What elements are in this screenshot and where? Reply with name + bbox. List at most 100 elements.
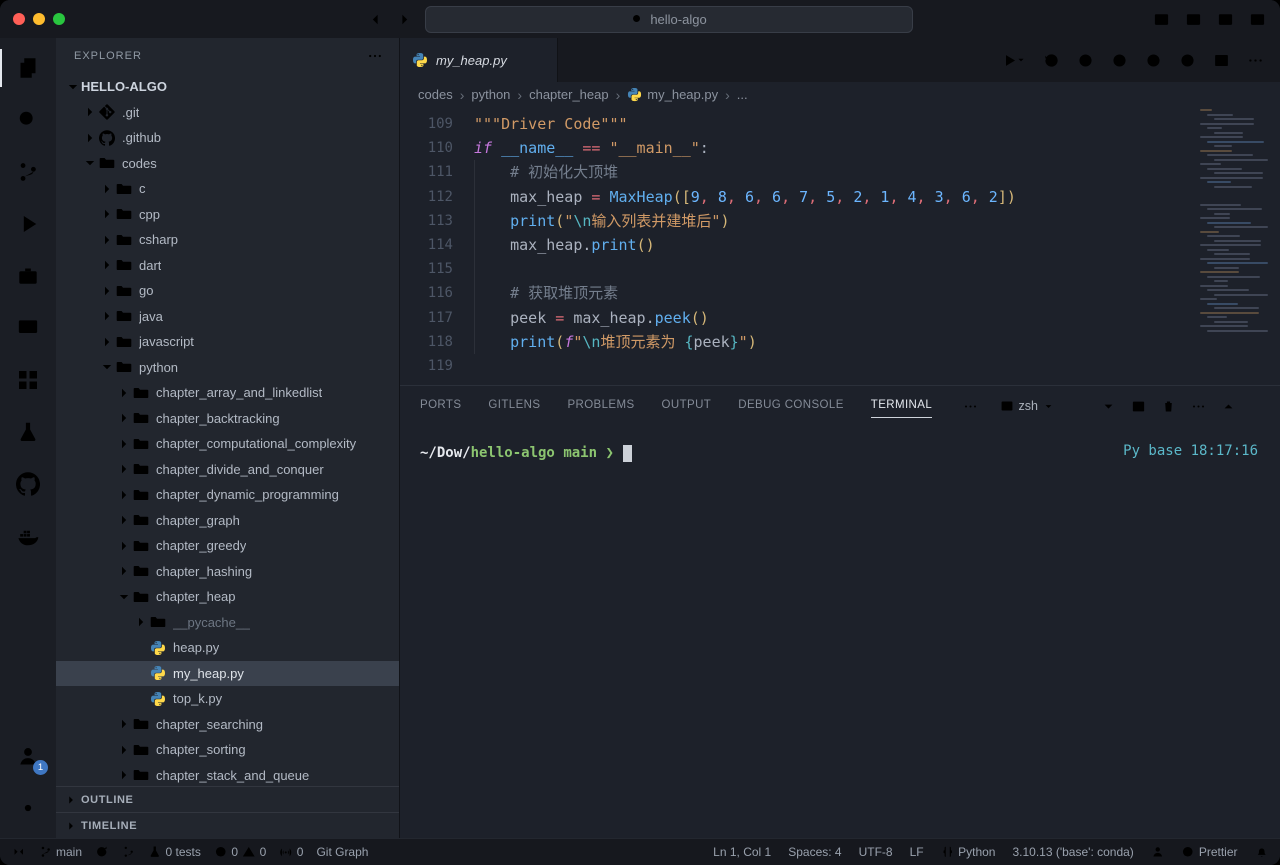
more-actions[interactable] (1247, 52, 1264, 69)
tree-item-chapter-backtracking[interactable]: chapter_backtracking (56, 406, 399, 432)
tree-item-chapter-heap[interactable]: chapter_heap (56, 584, 399, 610)
activity-explorer[interactable] (0, 42, 56, 94)
timeline-history[interactable] (1043, 52, 1060, 69)
split-terminal[interactable] (1131, 399, 1146, 414)
panel-tab-debug-console[interactable]: DEBUG CONSOLE (738, 394, 844, 418)
status-git-graph[interactable]: Git Graph (316, 845, 368, 859)
tree-item-c[interactable]: c (56, 176, 399, 202)
status-tests[interactable]: 0 tests (148, 845, 201, 859)
run-or-debug[interactable] (1179, 52, 1196, 69)
activity-testing[interactable] (0, 406, 56, 458)
tree-item-java[interactable]: java (56, 304, 399, 330)
zoom-window-button[interactable] (53, 13, 65, 25)
status-encoding[interactable]: UTF-8 (859, 845, 893, 859)
activity-accounts[interactable]: 1 (0, 730, 56, 782)
kill-terminal[interactable] (1161, 399, 1176, 414)
status-sync-changes[interactable] (95, 845, 109, 859)
tree-item-chapter-array-and-linkedlist[interactable]: chapter_array_and_linkedlist (56, 380, 399, 406)
split-editor[interactable] (1213, 52, 1230, 69)
tree-item-javascript[interactable]: javascript (56, 329, 399, 355)
panel-tab-ports[interactable]: PORTS (420, 394, 461, 418)
tree-item-chapter-computational-complexity[interactable]: chapter_computational_complexity (56, 431, 399, 457)
terminal-profiles-dropdown[interactable] (1101, 399, 1116, 414)
activity-docker[interactable] (0, 510, 56, 562)
section-outline[interactable]: OUTLINE (56, 786, 399, 812)
command-center-search[interactable]: hello-algo (425, 6, 913, 33)
status-source-control-graph[interactable] (122, 845, 136, 859)
breadcrumb-codes[interactable]: codes (418, 87, 453, 102)
status-copilot[interactable] (1151, 845, 1165, 859)
previous-change[interactable] (1077, 52, 1094, 69)
close-panel[interactable] (1251, 399, 1266, 414)
tree-item-my-heap-py[interactable]: my_heap.py (56, 661, 399, 687)
panel-tab-output[interactable]: OUTPUT (662, 394, 712, 418)
tree-item-hello-algo[interactable]: HELLO-ALGO (56, 74, 399, 100)
tree-item-heap-py[interactable]: heap.py (56, 635, 399, 661)
status-ports[interactable]: 0 (279, 845, 303, 859)
activity-settings[interactable] (0, 782, 56, 834)
tree-item-dart[interactable]: dart (56, 253, 399, 279)
new-terminal[interactable] (1071, 399, 1086, 414)
tree-item-chapter-sorting[interactable]: chapter_sorting (56, 737, 399, 763)
tree-item-git[interactable]: .git (56, 100, 399, 126)
status-python-interpreter[interactable]: 3.10.13 ('base': conda) (1012, 845, 1133, 859)
tree-item-python[interactable]: python (56, 355, 399, 381)
status-eol[interactable]: LF (910, 845, 924, 859)
status-problems[interactable]: 00 (214, 845, 266, 859)
minimap[interactable] (1200, 109, 1268, 334)
minimize-window-button[interactable] (33, 13, 45, 25)
status-prettier[interactable]: Prettier (1181, 845, 1237, 859)
panel-tab-problems[interactable]: PROBLEMS (567, 394, 634, 418)
status-notifications[interactable] (1255, 845, 1269, 859)
activity-extensions[interactable] (0, 354, 56, 406)
open-changes[interactable] (1111, 52, 1128, 69)
breadcrumb-python[interactable]: python (471, 87, 510, 102)
panel-more-actions[interactable] (1191, 399, 1206, 414)
status-git-branch[interactable]: main (39, 845, 83, 859)
tree-item-cpp[interactable]: cpp (56, 202, 399, 228)
close-window-button[interactable] (13, 13, 25, 25)
breadcrumb-my-heap-py[interactable]: my_heap.py (627, 87, 718, 102)
activity-search[interactable] (0, 94, 56, 146)
panel-tab-terminal[interactable]: TERMINAL (871, 394, 932, 418)
run-python-file[interactable] (1001, 52, 1026, 69)
status-remote-indicator[interactable] (12, 845, 26, 859)
tree-item-top-k-py[interactable]: top_k.py (56, 686, 399, 712)
breadcrumb-item[interactable]: ... (737, 87, 748, 102)
tree-item-chapter-hashing[interactable]: chapter_hashing (56, 559, 399, 585)
panel-tab-gitlens[interactable]: GITLENS (488, 394, 540, 418)
tree-item-chapter-graph[interactable]: chapter_graph (56, 508, 399, 534)
navigate-back-button[interactable] (367, 11, 384, 28)
customize-layout[interactable] (1249, 11, 1266, 28)
activity-project-manager[interactable] (0, 250, 56, 302)
tree-item-github[interactable]: .github (56, 125, 399, 151)
status-language-mode[interactable]: Python (941, 845, 996, 859)
terminal-profile[interactable]: zsh (1000, 399, 1054, 413)
tree-item-chapter-dynamic-programming[interactable]: chapter_dynamic_programming (56, 482, 399, 508)
maximize-panel[interactable] (1221, 399, 1236, 414)
tree-item-csharp[interactable]: csharp (56, 227, 399, 253)
tree-item-chapter-searching[interactable]: chapter_searching (56, 712, 399, 738)
tree-item-chapter-stack-and-queue[interactable]: chapter_stack_and_queue (56, 763, 399, 787)
tab-my-heap-py[interactable]: my_heap.py (400, 38, 558, 82)
next-change[interactable] (1145, 52, 1162, 69)
tree-item-pycache[interactable]: __pycache__ (56, 610, 399, 636)
activity-source-control[interactable] (0, 146, 56, 198)
close-tab-button[interactable] (531, 53, 545, 67)
navigate-forward-button[interactable] (396, 11, 413, 28)
breadcrumb-chapter-heap[interactable]: chapter_heap (529, 87, 609, 102)
toggle-primary-sidebar[interactable] (1153, 11, 1170, 28)
toggle-panel[interactable] (1185, 11, 1202, 28)
terminal[interactable]: ~/Dow/hello-algo main ❯ Py base 18:17:16 (400, 426, 1280, 838)
status-cursor-position[interactable]: Ln 1, Col 1 (713, 845, 771, 859)
panel-tabs-more[interactable] (963, 399, 978, 414)
section-timeline[interactable]: TIMELINE (56, 812, 399, 838)
tree-item-go[interactable]: go (56, 278, 399, 304)
status-indentation[interactable]: Spaces: 4 (788, 845, 841, 859)
tree-item-codes[interactable]: codes (56, 151, 399, 177)
explorer-more-actions[interactable] (367, 48, 383, 64)
activity-remote-explorer[interactable] (0, 302, 56, 354)
activity-github[interactable] (0, 458, 56, 510)
tree-item-chapter-greedy[interactable]: chapter_greedy (56, 533, 399, 559)
tree-item-chapter-divide-and-conquer[interactable]: chapter_divide_and_conquer (56, 457, 399, 483)
